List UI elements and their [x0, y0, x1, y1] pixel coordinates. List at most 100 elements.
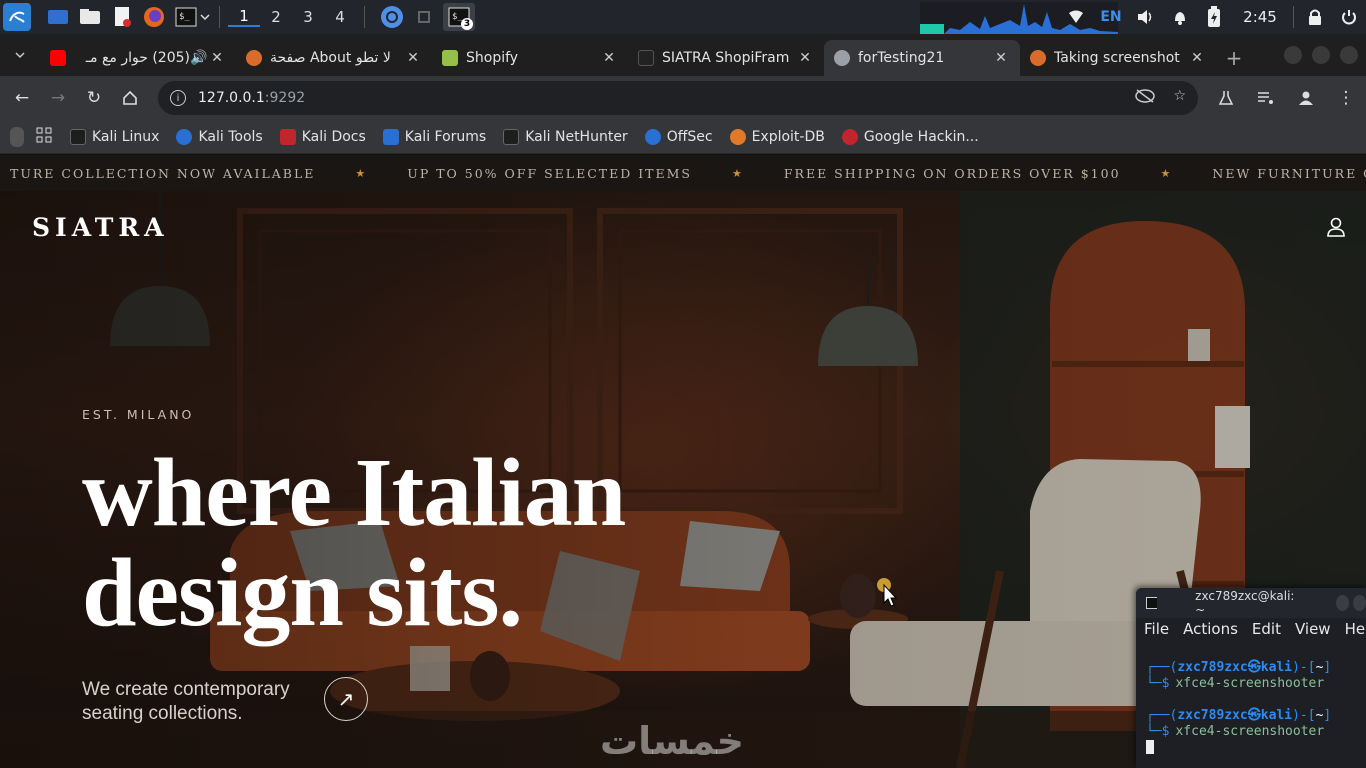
exploit-db-icon [729, 128, 746, 145]
bookmark-label: Exploit-DB [751, 128, 825, 145]
bookmark-kali-docs[interactable]: Kali Docs [279, 128, 366, 145]
address-bar[interactable]: i 127.0.0.1:9292 ☆ [158, 81, 1198, 115]
back-button[interactable]: ← [4, 80, 40, 116]
prompt-user: zxc789zxc [1177, 708, 1248, 723]
bookmark-star-icon[interactable]: ☆ [1173, 88, 1186, 108]
tab-siatra[interactable]: SIATRA ShopiFram ✕ [628, 40, 824, 76]
tab-close-icon[interactable]: ✕ [600, 50, 618, 66]
tab-audio-icon[interactable]: 🔊 [190, 50, 208, 66]
tab-youtube[interactable]: (205) حوار مع مـ 🔊 ✕ [40, 40, 236, 76]
terminal-window-icon[interactable]: $_ 3 [443, 3, 475, 31]
terminal-minimize-button[interactable] [1336, 595, 1350, 611]
firefox-icon[interactable] [141, 4, 167, 30]
tab-about-page[interactable]: صفحة About لا تطو ✕ [236, 40, 432, 76]
terminal-cursor [1146, 740, 1366, 759]
bookmark-kali-forums[interactable]: Kali Forums [382, 128, 486, 145]
maximize-button[interactable] [1312, 46, 1330, 64]
tab-close-icon[interactable]: ✕ [1188, 50, 1206, 66]
file-manager-icon[interactable] [77, 4, 103, 30]
menu-actions[interactable]: Actions [1183, 620, 1238, 638]
workspace-3[interactable]: 3 [292, 8, 324, 26]
tab-close-icon[interactable]: ✕ [992, 50, 1010, 66]
tab-taking-screenshot[interactable]: Taking screenshot ✕ [1020, 40, 1216, 76]
bookmark-kali-linux[interactable]: Kali Linux [70, 128, 160, 145]
tab-fortesting21[interactable]: forTesting21 ✕ [824, 40, 1020, 76]
menu-file[interactable]: File [1144, 620, 1169, 638]
clock[interactable]: 2:45 [1231, 0, 1289, 34]
workspace-4[interactable]: 4 [324, 8, 356, 26]
bookmark-google-hacking[interactable]: Google Hackin... [841, 128, 979, 145]
command-line: └─$ xfce4-screenshooter [1146, 724, 1325, 739]
terminal-window[interactable]: zxc789zxc@kali: ~ File Actions Edit View… [1136, 588, 1366, 768]
menu-view[interactable]: View [1295, 620, 1331, 638]
star-separator-icon: ★ [1160, 166, 1173, 180]
new-tab-button[interactable]: + [1216, 40, 1252, 76]
prompt-host: kali [1260, 708, 1293, 723]
reload-button[interactable]: ↻ [76, 80, 112, 116]
tab-shopify[interactable]: Shopify ✕ [432, 40, 628, 76]
profile-icon[interactable] [1288, 80, 1324, 116]
menu-help[interactable]: Help [1345, 620, 1366, 638]
lock-screen-icon[interactable] [1298, 0, 1332, 34]
chevron-down-icon[interactable] [199, 4, 211, 30]
kali-forums-icon [382, 128, 399, 145]
wifi-icon[interactable] [1059, 0, 1093, 34]
kali-linux-icon [70, 128, 86, 145]
chromium-window-icon[interactable] [379, 4, 405, 30]
labs-flask-icon[interactable] [1208, 80, 1244, 116]
terminal-output[interactable]: ┌──(zxc789zxc㉿kali)-[~] └─$ xfce4-screens… [1136, 640, 1366, 759]
account-icon[interactable] [1324, 215, 1348, 239]
kali-menu-icon[interactable] [3, 3, 31, 31]
apps-grid-icon[interactable] [36, 127, 52, 147]
kali-docs-icon [279, 128, 296, 145]
announcement-item: FREE SHIPPING ON ORDERS OVER $100 [783, 165, 1121, 181]
menu-edit[interactable]: Edit [1252, 620, 1281, 638]
notifications-bell-icon[interactable] [1163, 0, 1197, 34]
workspace-1[interactable]: 1 [228, 7, 260, 27]
media-controls-icon[interactable] [1248, 80, 1284, 116]
close-window-button[interactable] [1340, 46, 1358, 64]
tab-close-icon[interactable]: ✕ [208, 50, 226, 66]
svg-text:$_: $_ [179, 12, 190, 22]
bookmark-offsec[interactable]: OffSec [644, 128, 713, 145]
terminal-launcher-icon[interactable]: $_ [173, 4, 199, 30]
hero-cta-arrow-button[interactable]: ↗ [324, 677, 368, 721]
profile-avatar-placeholder [10, 126, 24, 147]
keyboard-layout-indicator[interactable]: EN [1093, 0, 1129, 34]
bookmark-kali-tools[interactable]: Kali Tools [176, 128, 263, 145]
workspace-2[interactable]: 2 [260, 8, 292, 26]
bookmark-label: Kali Linux [92, 128, 160, 145]
window-placeholder-icon[interactable] [411, 4, 437, 30]
tab-search-button[interactable] [0, 34, 40, 76]
minimize-button[interactable] [1284, 46, 1302, 64]
terminal-count-badge: 3 [461, 18, 473, 30]
tab-title: Taking screenshot [1054, 50, 1180, 66]
site-logo[interactable]: SIATRA [32, 213, 169, 242]
power-menu-icon[interactable] [1332, 0, 1366, 34]
mouse-cursor-icon [876, 577, 898, 611]
show-desktop-icon[interactable] [45, 4, 71, 30]
bookmark-label: Kali Docs [301, 128, 366, 145]
hero-headline-line-2: design sits. [82, 539, 523, 647]
browser-menu-icon[interactable]: ⋮ [1328, 80, 1364, 116]
prompt-host: kali [1260, 660, 1293, 675]
tab-close-icon[interactable]: ✕ [404, 50, 422, 66]
bookmark-exploit-db[interactable]: Exploit-DB [729, 128, 825, 145]
bookmark-kali-nethunter[interactable]: Kali NetHunter [503, 128, 628, 145]
top-panel: $_ 1 2 3 4 $_ 3 EN 2:45 [0, 0, 1366, 34]
battery-charging-icon[interactable] [1197, 0, 1231, 34]
terminal-maximize-button[interactable] [1353, 595, 1366, 611]
site-info-icon[interactable]: i [170, 90, 186, 106]
shopify-icon [442, 50, 458, 66]
volume-icon[interactable] [1129, 0, 1163, 34]
terminal-titlebar[interactable]: zxc789zxc@kali: ~ [1136, 588, 1366, 618]
forward-button[interactable]: → [40, 80, 76, 116]
browser-tab-strip: (205) حوار مع مـ 🔊 ✕ صفحة About لا تطو ✕… [0, 34, 1366, 76]
bookmark-label: Kali NetHunter [525, 128, 628, 145]
home-button[interactable] [112, 80, 148, 116]
claude-icon [1030, 50, 1046, 66]
announcement-item: NEW FURNITURE COLLECTION NOW AVA [1212, 165, 1366, 181]
tracking-protection-icon[interactable] [1135, 88, 1156, 108]
text-editor-icon[interactable] [109, 4, 135, 30]
tab-close-icon[interactable]: ✕ [796, 50, 814, 66]
